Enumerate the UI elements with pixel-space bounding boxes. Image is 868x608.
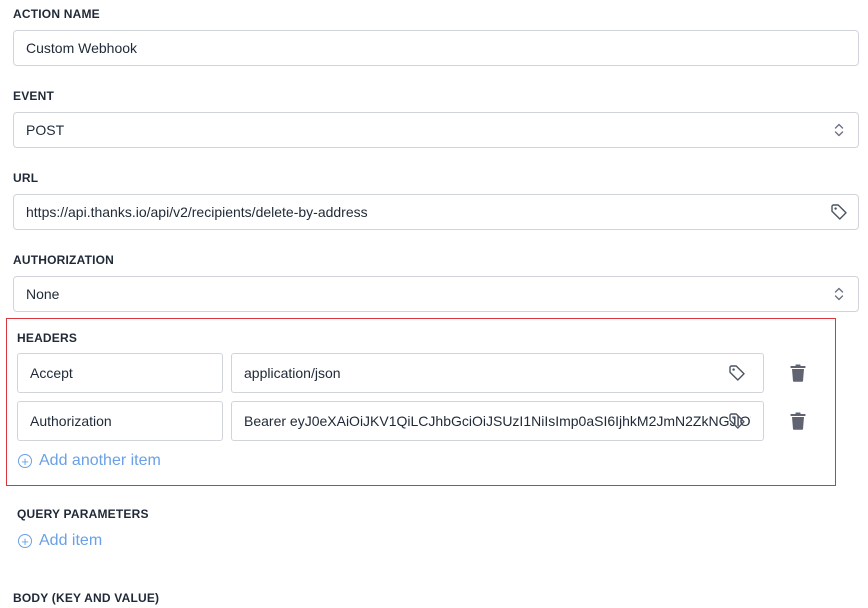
add-another-item-button[interactable]: + Add another item xyxy=(18,452,161,470)
action-name-label: ACTION NAME xyxy=(13,7,100,21)
header-key-input-1[interactable]: Accept xyxy=(17,353,223,393)
tag-icon[interactable] xyxy=(727,363,747,383)
chevron-updown-icon xyxy=(830,285,848,303)
add-another-item-label: Add another item xyxy=(39,452,161,469)
event-select[interactable]: POST xyxy=(13,112,859,148)
plus-circle-icon: + xyxy=(18,534,32,548)
chevron-updown-icon xyxy=(830,121,848,139)
header-value-input-1[interactable]: application/json xyxy=(231,353,764,393)
authorization-label: AUTHORIZATION xyxy=(13,253,115,267)
event-label: EVENT xyxy=(13,89,55,103)
url-label: URL xyxy=(13,171,39,185)
trash-icon[interactable] xyxy=(788,410,808,432)
header-value-input-2[interactable]: Bearer eyJ0eXAiOiJKV1QiLCJhbGciOiJSUzI1N… xyxy=(231,401,764,441)
header-value-1: application/json xyxy=(244,365,341,381)
tag-icon[interactable] xyxy=(727,411,747,431)
trash-icon[interactable] xyxy=(788,362,808,384)
tag-icon[interactable] xyxy=(830,203,848,221)
action-name-value: Custom Webhook xyxy=(26,40,138,56)
header-key-1: Accept xyxy=(30,365,73,381)
authorization-value: None xyxy=(26,286,60,302)
url-input[interactable]: https://api.thanks.io/api/v2/recipients/… xyxy=(13,194,859,230)
body-label: BODY (KEY AND VALUE) xyxy=(13,591,160,605)
plus-circle-icon: + xyxy=(18,454,32,468)
add-item-label: Add item xyxy=(39,532,103,549)
header-key-2: Authorization xyxy=(30,413,112,429)
url-value: https://api.thanks.io/api/v2/recipients/… xyxy=(26,204,368,220)
add-item-button[interactable]: + Add item xyxy=(18,532,102,550)
header-key-input-2[interactable]: Authorization xyxy=(17,401,223,441)
headers-label: HEADERS xyxy=(17,331,78,345)
header-value-2: Bearer eyJ0eXAiOiJKV1QiLCJhbGciOiJSUzI1N… xyxy=(244,413,751,429)
authorization-select[interactable]: None xyxy=(13,276,859,312)
query-parameters-label: QUERY PARAMETERS xyxy=(17,507,149,521)
action-name-input[interactable]: Custom Webhook xyxy=(13,30,859,66)
event-value: POST xyxy=(26,122,65,138)
